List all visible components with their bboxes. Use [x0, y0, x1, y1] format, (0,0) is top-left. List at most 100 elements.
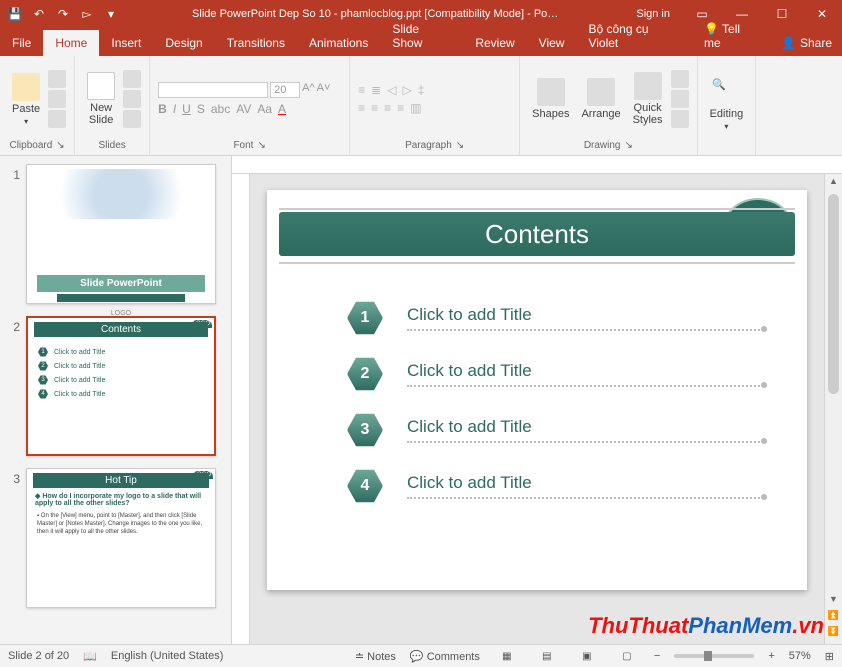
font-size-input[interactable]: [270, 82, 300, 98]
normal-view-icon[interactable]: ▦: [494, 647, 520, 665]
thumbnail-slide-2[interactable]: LOGO Contents 1Click to add Title 2Click…: [26, 316, 216, 456]
tab-design[interactable]: Design: [153, 30, 214, 56]
format-painter-icon[interactable]: [48, 110, 66, 128]
bold-button[interactable]: B: [158, 102, 167, 116]
content-item[interactable]: 2 Click to add Title: [347, 356, 767, 392]
align-center-icon[interactable]: ≡: [371, 101, 378, 115]
shape-effects-icon[interactable]: [671, 110, 689, 128]
share-button[interactable]: 👤 Share: [771, 30, 842, 56]
zoom-slider[interactable]: [674, 654, 754, 658]
shape-fill-icon[interactable]: [671, 70, 689, 88]
tab-transitions[interactable]: Transitions: [215, 30, 297, 56]
content-item[interactable]: 4 Click to add Title: [347, 468, 767, 504]
font-color-icon[interactable]: A: [278, 102, 286, 116]
strike-button[interactable]: abc: [211, 102, 230, 116]
line-spacing-icon[interactable]: ‡: [418, 83, 425, 97]
group-clipboard: Paste▾ Clipboard↘: [0, 56, 75, 155]
shadow-button[interactable]: S: [197, 102, 205, 116]
prev-slide-icon[interactable]: ⏫: [825, 610, 842, 626]
language-status[interactable]: English (United States): [111, 650, 224, 662]
vertical-scrollbar[interactable]: ▲ ▼ ⏫ ⏬: [824, 174, 842, 644]
qat-more-icon[interactable]: ▾: [102, 5, 120, 23]
comments-button[interactable]: 💬 Comments: [410, 650, 480, 663]
item-text[interactable]: Click to add Title: [407, 417, 767, 437]
slide-content[interactable]: 1 Click to add Title 2 Click to add Titl…: [347, 300, 767, 524]
start-from-beginning-icon[interactable]: ▻: [78, 5, 96, 23]
section-icon[interactable]: [123, 110, 141, 128]
case-icon[interactable]: Aa: [257, 102, 272, 116]
zoom-out-icon[interactable]: −: [654, 650, 660, 662]
slide-counter[interactable]: Slide 2 of 20: [8, 650, 69, 662]
thumb3-title: Hot Tip: [33, 473, 209, 488]
slide-canvas[interactable]: LOGO Contents 1 Click to add Title 2 C: [250, 174, 824, 644]
undo-icon[interactable]: ↶: [30, 5, 48, 23]
shapes-button[interactable]: Shapes: [528, 76, 573, 122]
align-right-icon[interactable]: ≡: [384, 101, 391, 115]
horizontal-ruler[interactable]: [232, 156, 842, 174]
paragraph-launcher-icon[interactable]: ↘: [456, 140, 464, 151]
item-text[interactable]: Click to add Title: [407, 361, 767, 381]
editing-button[interactable]: 🔍Editing▾: [706, 76, 748, 133]
content-item[interactable]: 1 Click to add Title: [347, 300, 767, 336]
tell-me[interactable]: 💡 Tell me: [692, 16, 771, 56]
zoom-in-icon[interactable]: +: [768, 650, 774, 662]
sorter-view-icon[interactable]: ▤: [534, 647, 560, 665]
item-text[interactable]: Click to add Title: [407, 305, 767, 325]
arrange-button[interactable]: Arrange: [577, 76, 624, 122]
notes-button[interactable]: ≐ Notes: [355, 650, 396, 663]
layout-icon[interactable]: [123, 70, 141, 88]
reset-icon[interactable]: [123, 90, 141, 108]
tab-insert[interactable]: Insert: [99, 30, 153, 56]
tab-file[interactable]: File: [0, 30, 43, 56]
align-left-icon[interactable]: ≡: [358, 101, 365, 115]
spacing-icon[interactable]: AV: [236, 102, 251, 116]
redo-icon[interactable]: ↷: [54, 5, 72, 23]
drawing-launcher-icon[interactable]: ↘: [625, 140, 633, 151]
italic-button[interactable]: I: [173, 102, 176, 116]
tab-review[interactable]: Review: [463, 30, 526, 56]
paste-label: Paste: [12, 103, 40, 115]
slideshow-view-icon[interactable]: ▢: [614, 647, 640, 665]
slide-title-box[interactable]: Contents: [279, 212, 795, 256]
decrease-font-icon[interactable]: A˅: [317, 82, 331, 98]
reading-view-icon[interactable]: ▣: [574, 647, 600, 665]
numbering-icon[interactable]: ≣: [371, 83, 381, 97]
zoom-level[interactable]: 57%: [789, 650, 811, 662]
clipboard-launcher-icon[interactable]: ↘: [56, 140, 64, 151]
spellcheck-icon[interactable]: 📖: [83, 650, 97, 663]
tab-view[interactable]: View: [527, 30, 577, 56]
tab-home[interactable]: Home: [43, 30, 99, 56]
bullets-icon[interactable]: ≡: [358, 83, 365, 97]
columns-icon[interactable]: ▥: [410, 101, 421, 115]
paste-button[interactable]: Paste▾: [8, 71, 44, 128]
slide[interactable]: LOGO Contents 1 Click to add Title 2 C: [267, 190, 807, 590]
thumbnail-slide-3[interactable]: LOGO Hot Tip ◆ How do I incorporate my l…: [26, 468, 216, 608]
quick-styles-button[interactable]: Quick Styles: [629, 70, 667, 128]
font-name-input[interactable]: [158, 82, 268, 98]
justify-icon[interactable]: ≡: [397, 101, 404, 115]
next-slide-icon[interactable]: ⏬: [825, 626, 842, 642]
cut-icon[interactable]: [48, 70, 66, 88]
scroll-up-icon[interactable]: ▲: [825, 176, 842, 192]
indent-inc-icon[interactable]: ▷: [402, 83, 411, 97]
slide-title: Contents: [485, 219, 589, 250]
content-item[interactable]: 3 Click to add Title: [347, 412, 767, 448]
copy-icon[interactable]: [48, 90, 66, 108]
new-slide-button[interactable]: New Slide: [83, 70, 119, 128]
save-icon[interactable]: 💾: [6, 5, 24, 23]
font-launcher-icon[interactable]: ↘: [257, 140, 265, 151]
underline-button[interactable]: U: [182, 102, 191, 116]
scroll-thumb[interactable]: [828, 194, 839, 394]
fit-to-window-icon[interactable]: ⊞: [825, 650, 834, 663]
scroll-down-icon[interactable]: ▼: [825, 594, 842, 610]
increase-font-icon[interactable]: A^: [302, 82, 315, 98]
vertical-ruler[interactable]: [232, 174, 250, 644]
shape-outline-icon[interactable]: [671, 90, 689, 108]
tab-slideshow[interactable]: Slide Show: [380, 16, 463, 56]
close-icon[interactable]: ✕: [802, 0, 842, 28]
item-text[interactable]: Click to add Title: [407, 473, 767, 493]
thumbnail-slide-1[interactable]: Slide PowerPoint LOGO: [26, 164, 216, 304]
tab-animations[interactable]: Animations: [297, 30, 380, 56]
tab-violet[interactable]: Bộ công cụ Violet: [576, 16, 691, 56]
indent-dec-icon[interactable]: ◁: [387, 83, 396, 97]
